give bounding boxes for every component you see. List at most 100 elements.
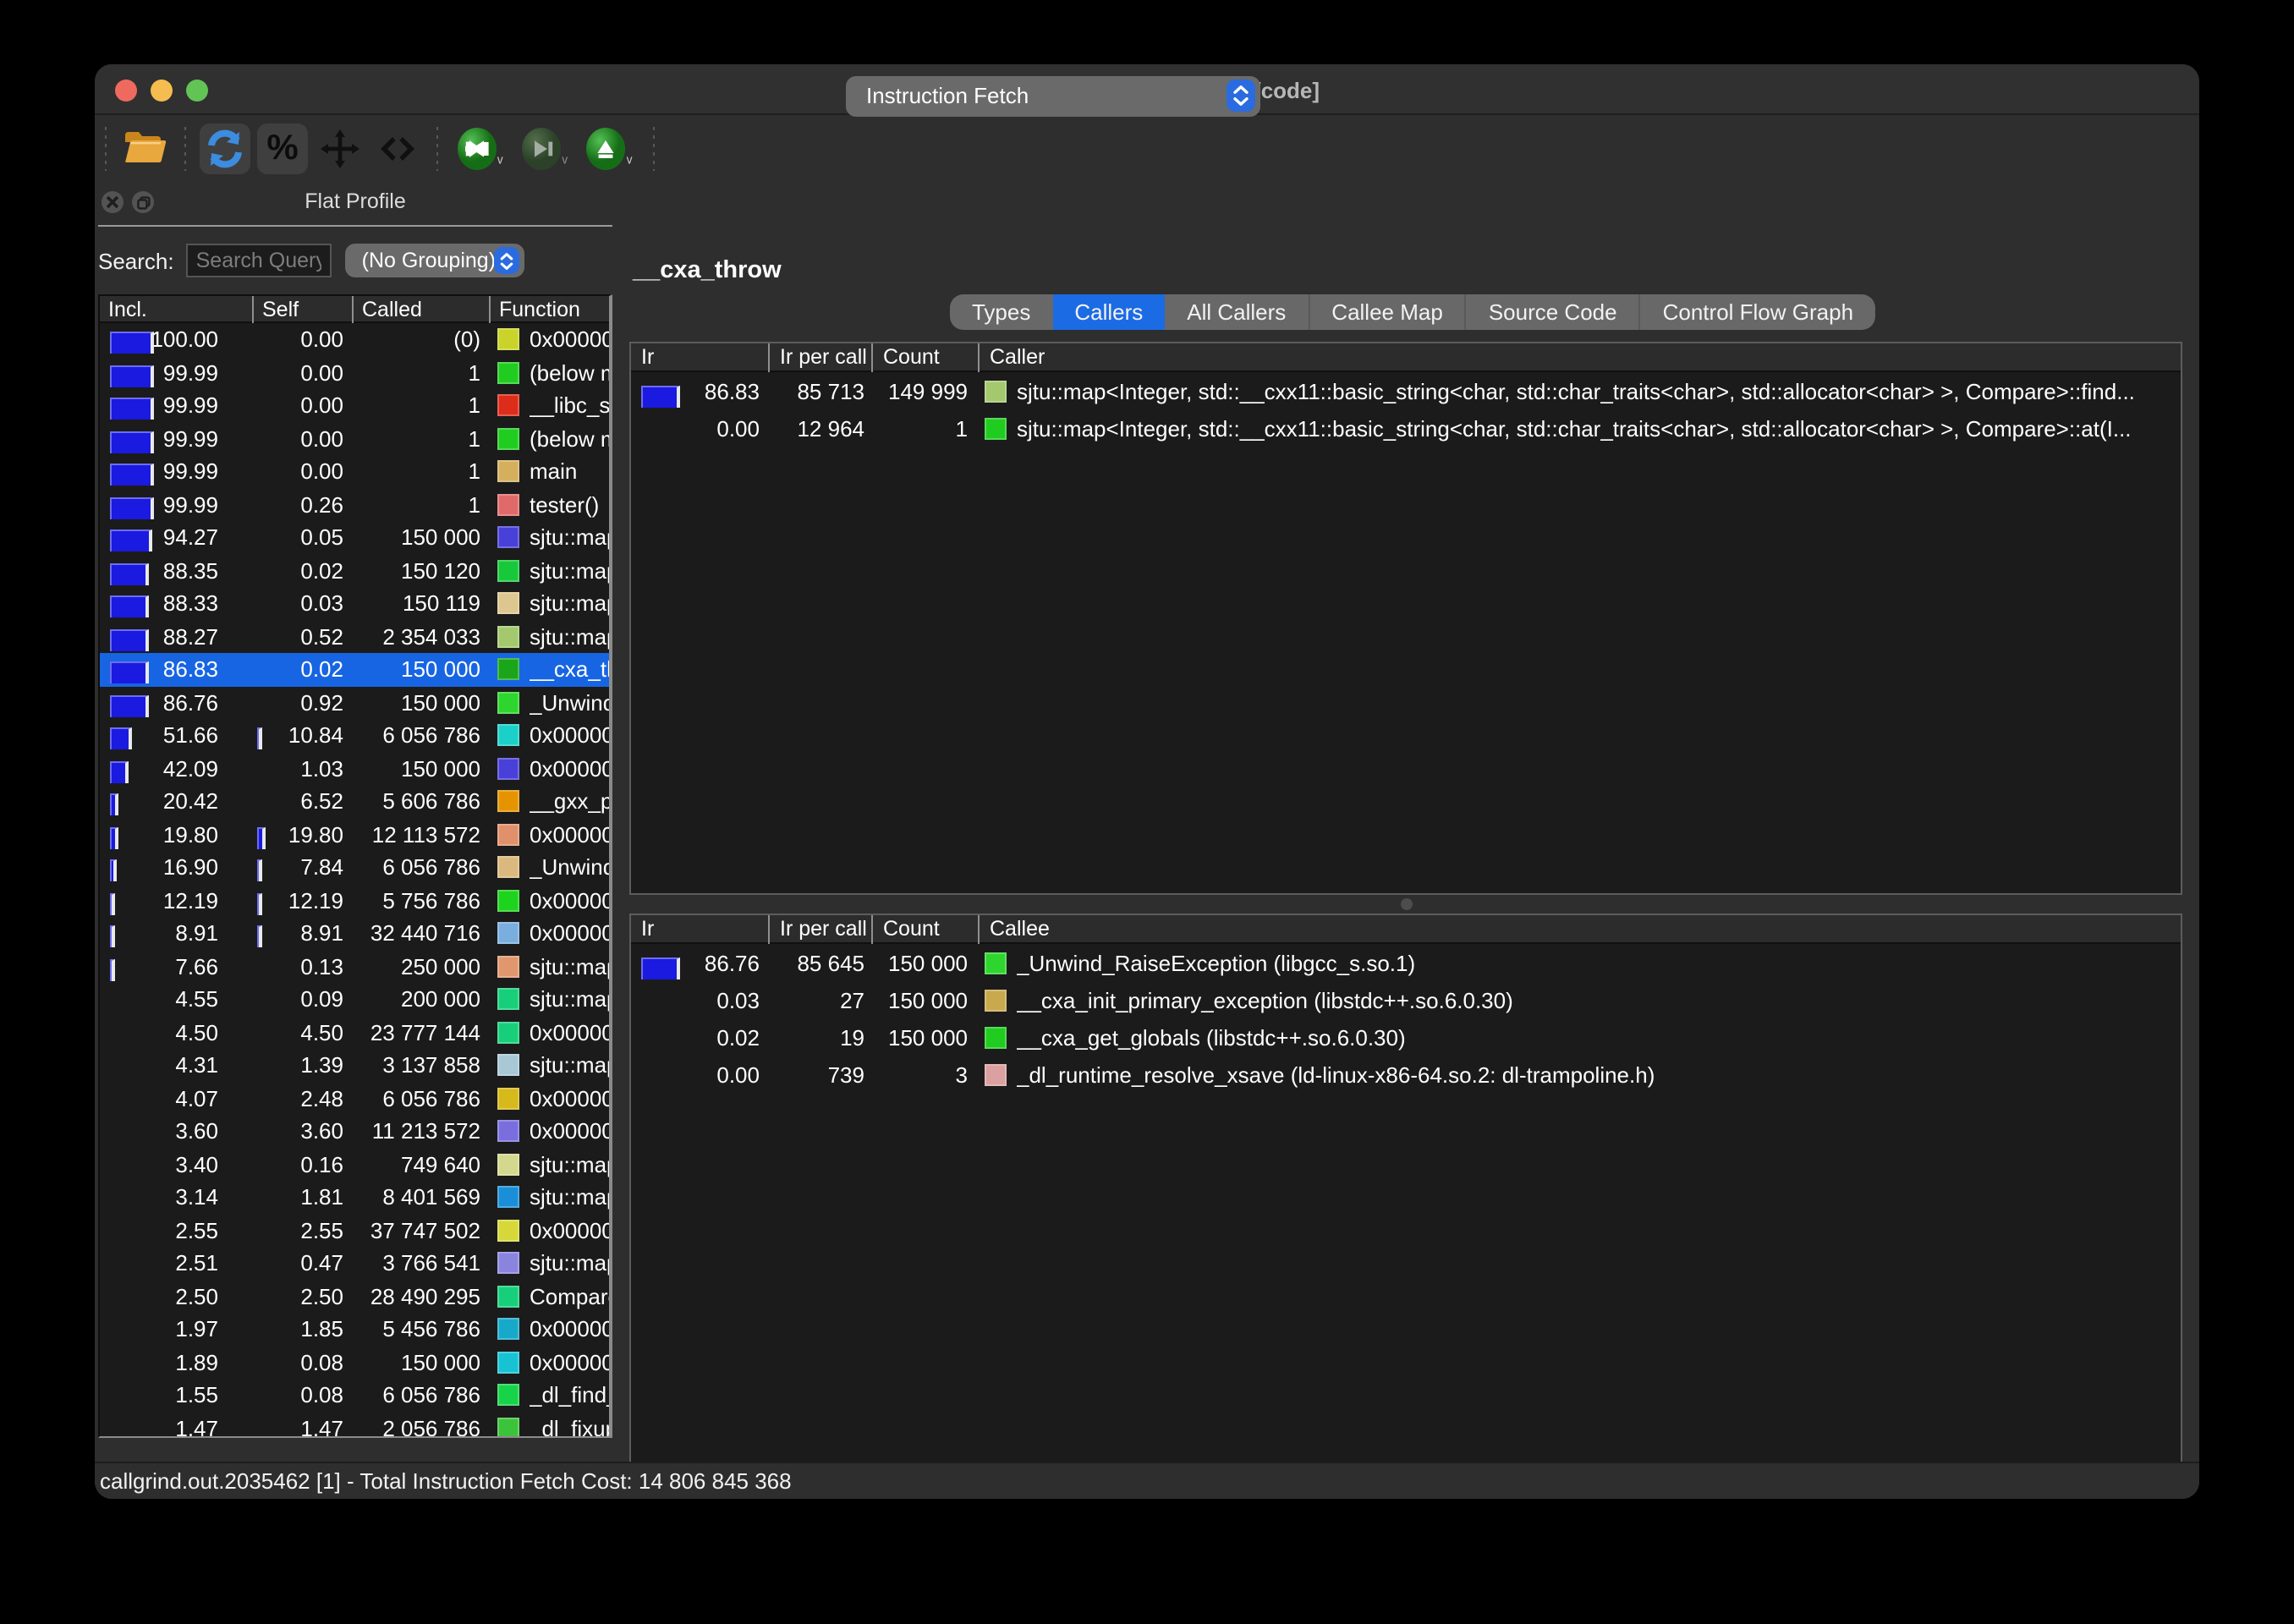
column-header-count[interactable]: Count [871,343,978,372]
function-row[interactable]: 1.471.472 056 786_dl_fixup [100,1412,609,1438]
function-row[interactable]: 88.330.03150 119sjtu::map<Integer, std::… [100,587,609,620]
dock-close-button[interactable] [102,191,123,213]
back-dropdown-chevron[interactable]: ᵥ [497,148,502,167]
column-header-caller[interactable]: Caller [978,343,2181,372]
function-row[interactable]: 99.990.001(below main) [100,422,609,455]
function-row[interactable]: 100.000.00(0)0x0000000000000 [100,323,609,356]
callee-row[interactable]: 0.0219150 000__cxa_get_globals (libstdc+… [631,1018,2181,1056]
function-label: Compare::operator() [530,1284,609,1309]
function-row[interactable]: 1.971.855 456 7860x0000000000000 [100,1313,609,1346]
column-header-called[interactable]: Called [352,296,489,323]
self-cell: 0.26 [252,492,352,518]
reload-button[interactable] [200,123,250,173]
function-row[interactable]: 4.072.486 056 7860x0000000000000 [100,1082,609,1115]
column-header-self[interactable]: Self [252,296,352,323]
function-label: 0x0000000000000 [530,1317,609,1342]
column-header-function[interactable]: Function [489,296,609,323]
function-row[interactable]: 86.760.92150 000_Unwind_RaiseException [100,686,609,719]
function-row[interactable]: 20.426.525 606 786__gxx_personality_v0 [100,785,609,818]
tab-types[interactable]: Types [950,294,1052,330]
relative-percent-button[interactable]: % [257,123,308,173]
callee-row[interactable]: 86.7685 645150 000_Unwind_RaiseException… [631,944,2181,981]
back-button[interactable] [455,126,499,170]
function-row[interactable]: 88.350.02150 120sjtu::map<Integer, std::… [100,554,609,587]
shorten-templates-button[interactable] [372,123,423,173]
cycle-detection-button[interactable] [315,123,365,173]
function-row[interactable]: 8.918.9132 440 7160x0000000000000 [100,917,609,950]
function-row[interactable]: 99.990.001(below main) [100,356,609,389]
function-row[interactable]: 4.504.5023 777 1440x0000000000000 [100,1016,609,1049]
name-cell: __cxa_get_globals (libstdc++.so.6.0.30) [978,1024,2181,1050]
incl-cell: 42.09 [100,756,252,782]
function-row[interactable]: 7.660.13250 000sjtu::map<Integer, std::_… [100,950,609,983]
function-row[interactable]: 1.550.086 056 786_dl_find_object [100,1379,609,1412]
called-cell: 150 000 [352,525,489,551]
function-label: __libc_start_main [530,393,609,419]
column-header-ir[interactable]: Ir [631,915,768,944]
self-cell: 0.52 [252,624,352,650]
caller-row[interactable]: 0.0012 9641sjtu::map<Integer, std::__cxx… [631,409,2181,447]
name-cell: sjtu::map<Integer, std::__cxx11::basic_s… [978,415,2181,441]
open-file-button[interactable] [120,123,171,173]
tab-control-flow-graph[interactable]: Control Flow Graph [1639,294,1875,330]
column-header-incl[interactable]: Incl. [100,296,252,323]
grouping-select[interactable]: (No Grouping) [345,244,524,277]
function-row[interactable]: 3.141.818 401 569sjtu::map<Integer, std:… [100,1181,609,1214]
caller-row[interactable]: 86.8385 713149 999sjtu::map<Integer, std… [631,372,2181,409]
function-row[interactable]: 4.550.09200 000sjtu::map<Integer, std::_… [100,983,609,1016]
function-row[interactable]: 99.990.001main [100,455,609,488]
function-cell: 0x0000000000000 [489,1218,609,1243]
tab-callers[interactable]: Callers [1052,294,1165,330]
function-row[interactable]: 16.907.846 056 786_Unwind_Resume [100,851,609,884]
function-row[interactable]: 3.400.16749 640sjtu::map<Integer, std::_… [100,1148,609,1181]
count-cell: 3 [871,1062,978,1087]
callee-row[interactable]: 0.007393_dl_runtime_resolve_xsave (ld-li… [631,1056,2181,1093]
function-row[interactable]: 2.510.473 766 541sjtu::map<Integer, std:… [100,1247,609,1280]
incl-cell: 88.27 [100,624,252,650]
function-row[interactable]: 99.990.001__libc_start_main [100,389,609,422]
function-row[interactable]: 12.1912.195 756 7860x0000000000000 [100,884,609,917]
forward-button[interactable] [519,126,563,170]
function-row[interactable]: 51.6610.846 056 7860x0000000000000 [100,719,609,752]
self-cell: 0.09 [252,987,352,1012]
incl-cell: 4.07 [100,1086,252,1111]
select-chevrons-icon [494,247,519,274]
callee-row[interactable]: 0.0327150 000__cxa_init_primary_exceptio… [631,981,2181,1018]
function-row[interactable]: 2.552.5537 747 5020x0000000000000 [100,1214,609,1247]
column-header-count[interactable]: Count [871,915,978,944]
column-header-ir-per-call[interactable]: Ir per call [768,915,871,944]
function-label: 0x0000000000000 [530,1350,609,1375]
column-header-callee[interactable]: Callee [978,915,2181,944]
incl-cell: 99.99 [100,426,252,452]
self-cell: 0.03 [252,591,352,617]
function-row[interactable]: 86.830.02150 000__cxa_throw [100,653,609,686]
panel-splitter[interactable] [629,897,2182,912]
function-label: 0x0000000000000 [530,723,609,749]
function-row[interactable]: 3.603.6011 213 5720x0000000000000 [100,1115,609,1148]
function-row[interactable]: 19.8019.8012 113 5720x0000000000000 [100,818,609,851]
function-row[interactable]: 99.990.261tester() [100,488,609,521]
column-header-ir[interactable]: Ir [631,343,768,372]
function-row[interactable]: 88.270.522 354 033sjtu::map<Integer, std… [100,620,609,653]
ir-cell: 0.03 [631,987,768,1012]
function-row[interactable]: 2.502.5028 490 295Compare::operator() [100,1280,609,1313]
up-dropdown-chevron[interactable]: ᵥ [627,148,632,167]
function-row[interactable]: 94.270.05150 000sjtu::map<Integer, std::… [100,521,609,554]
tab-all-callers[interactable]: All Callers [1165,294,1308,330]
name-cell: sjtu::map<Integer, std::__cxx11::basic_s… [978,378,2181,403]
function-label: 0x0000000000000 [530,822,609,848]
function-row[interactable]: 42.091.03150 0000x0000000000000 [100,752,609,785]
function-label: 0x0000000000000 [530,1218,609,1243]
function-cell: Compare::operator() [489,1284,609,1309]
up-button[interactable] [584,126,628,170]
event-type-select[interactable]: Instruction Fetch [846,75,1260,116]
called-cell: 5 756 786 [352,888,489,914]
called-cell: 3 766 541 [352,1251,489,1276]
function-row[interactable]: 4.311.393 137 858sjtu::map<Integer, std:… [100,1049,609,1082]
function-row[interactable]: 1.890.08150 0000x0000000000000 [100,1346,609,1379]
tab-source-code[interactable]: Source Code [1465,294,1639,330]
column-header-ir-per-call[interactable]: Ir per call [768,343,871,372]
dock-float-button[interactable] [132,191,154,213]
search-input[interactable] [186,244,332,277]
tab-callee-map[interactable]: Callee Map [1308,294,1465,330]
